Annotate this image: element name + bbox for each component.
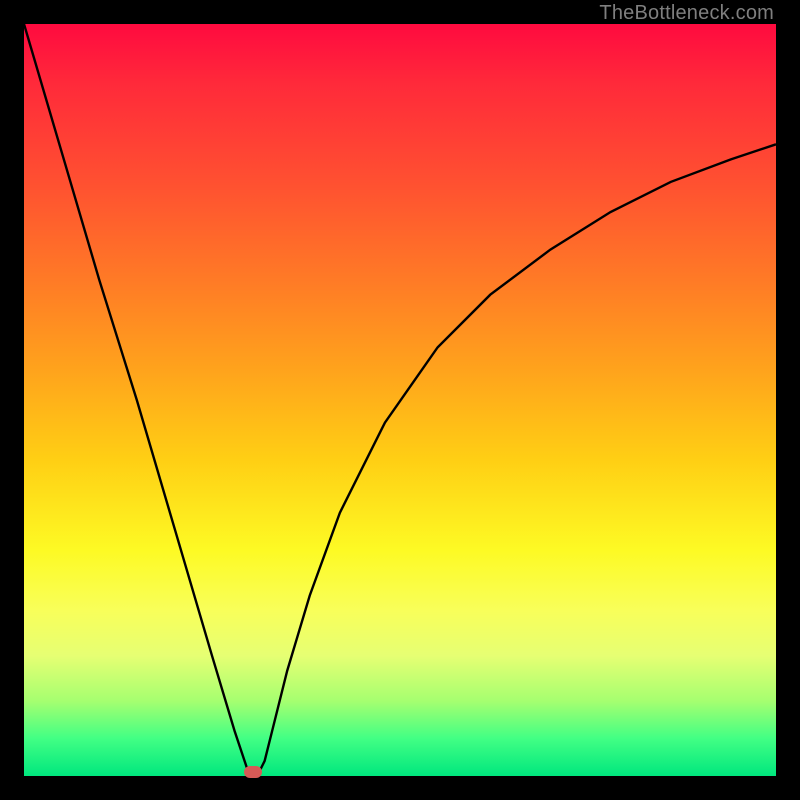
bottleneck-curve	[24, 24, 776, 776]
chart-frame: TheBottleneck.com	[0, 0, 800, 800]
attribution-text: TheBottleneck.com	[599, 2, 774, 25]
plot-area	[24, 24, 776, 776]
optimum-marker	[244, 766, 262, 778]
